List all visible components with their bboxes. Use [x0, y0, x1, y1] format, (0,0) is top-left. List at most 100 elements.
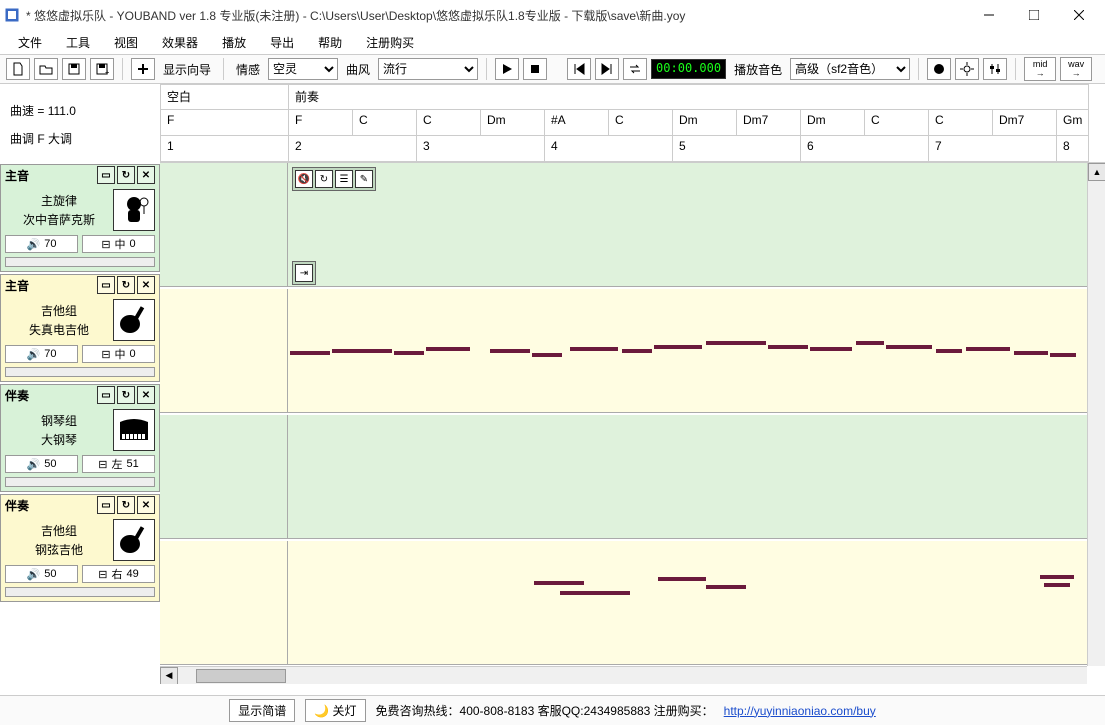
horizontal-scrollbar[interactable]: ◀	[160, 666, 1087, 684]
export-mid-button[interactable]: mid→	[1024, 57, 1056, 81]
midi-note[interactable]	[706, 341, 766, 345]
instrument-icon[interactable]	[113, 299, 155, 341]
grid-cell[interactable]: C	[417, 110, 481, 136]
volume-box[interactable]: 🔊50	[5, 455, 78, 473]
volume-box[interactable]: 🔊70	[5, 345, 78, 363]
mute-icon[interactable]: 🔇	[295, 170, 313, 188]
midi-note[interactable]	[936, 349, 962, 353]
midi-note[interactable]	[534, 581, 584, 585]
midi-note[interactable]	[532, 353, 562, 357]
buy-link[interactable]: http://yuyinniaoniao.com/buy	[724, 704, 876, 718]
track-refresh-button[interactable]: ↻	[117, 386, 135, 404]
midi-note[interactable]	[332, 349, 392, 353]
jianpu-button[interactable]: 显示简谱	[229, 699, 295, 722]
brightness-button[interactable]	[955, 58, 979, 80]
track-lane[interactable]	[160, 289, 1087, 413]
pan-box[interactable]: ⊟中0	[82, 345, 155, 363]
loop-button[interactable]	[623, 58, 647, 80]
midi-note[interactable]	[1050, 353, 1076, 357]
midi-note[interactable]	[560, 591, 630, 595]
grid-cell[interactable]: Dm7	[737, 110, 801, 136]
scroll-left-arrow[interactable]: ◀	[160, 667, 178, 685]
midi-note[interactable]	[856, 341, 884, 345]
track-refresh-button[interactable]: ↻	[117, 496, 135, 514]
track-expand-button[interactable]: ▭	[97, 276, 115, 294]
scroll-thumb[interactable]	[196, 669, 286, 683]
midi-note[interactable]	[886, 345, 932, 349]
emotion-select[interactable]: 空灵	[268, 58, 338, 80]
grid-cell[interactable]: Dm	[481, 110, 545, 136]
volume-slider[interactable]	[5, 477, 155, 487]
close-button[interactable]	[1056, 1, 1101, 29]
midi-note[interactable]	[658, 577, 706, 581]
track-close-button[interactable]: ✕	[137, 496, 155, 514]
save-button[interactable]	[62, 58, 86, 80]
menu-5[interactable]: 导出	[260, 32, 304, 53]
grid-cell[interactable]: F	[161, 110, 289, 136]
midi-note[interactable]	[622, 349, 652, 353]
track-close-button[interactable]: ✕	[137, 166, 155, 184]
volume-box[interactable]: 🔊50	[5, 565, 78, 583]
midi-note[interactable]	[654, 345, 702, 349]
light-button[interactable]: 🌙 关灯	[305, 699, 365, 722]
grid-cell[interactable]: Dm	[673, 110, 737, 136]
list-icon[interactable]: ☰	[335, 170, 353, 188]
track-expand-button[interactable]: ▭	[97, 386, 115, 404]
pan-box[interactable]: ⊟中0	[82, 235, 155, 253]
scroll-up-arrow[interactable]: ▲	[1088, 163, 1105, 181]
menu-1[interactable]: 工具	[56, 32, 100, 53]
track-close-button[interactable]: ✕	[137, 386, 155, 404]
grid-cell[interactable]: Gm	[1057, 110, 1089, 136]
grid-cell[interactable]: 2	[289, 136, 417, 162]
menu-4[interactable]: 播放	[212, 32, 256, 53]
save-as-button[interactable]: +	[90, 58, 114, 80]
menu-6[interactable]: 帮助	[308, 32, 352, 53]
next-button[interactable]	[595, 58, 619, 80]
track-lane[interactable]	[160, 541, 1087, 665]
grid-cell[interactable]: 6	[801, 136, 929, 162]
new-file-button[interactable]	[6, 58, 30, 80]
stop-button[interactable]	[523, 58, 547, 80]
lane-marker[interactable]: ⇥	[292, 261, 316, 285]
grid-cell[interactable]: 3	[417, 136, 545, 162]
grid-cell[interactable]: 4	[545, 136, 673, 162]
volume-slider[interactable]	[5, 367, 155, 377]
grid-cell[interactable]: Dm	[801, 110, 865, 136]
track-refresh-button[interactable]: ↻	[117, 276, 135, 294]
midi-note[interactable]	[966, 347, 1010, 351]
vertical-scrollbar[interactable]: ▲	[1087, 163, 1105, 666]
open-file-button[interactable]	[34, 58, 58, 80]
midi-note[interactable]	[1014, 351, 1048, 355]
grid-cell[interactable]: C	[609, 110, 673, 136]
instrument-icon[interactable]	[113, 189, 155, 231]
play-button[interactable]	[495, 58, 519, 80]
show-wizard-label[interactable]: 显示向导	[159, 61, 215, 78]
grid-cell[interactable]: 前奏	[289, 84, 1089, 110]
grid-cell[interactable]: 1	[161, 136, 289, 162]
grid-cell[interactable]: #A	[545, 110, 609, 136]
maximize-button[interactable]	[1011, 1, 1056, 29]
midi-note[interactable]	[490, 349, 530, 353]
pan-box[interactable]: ⊟右49	[82, 565, 155, 583]
pan-box[interactable]: ⊟左51	[82, 455, 155, 473]
instrument-icon[interactable]	[113, 519, 155, 561]
grid-cell[interactable]: 8	[1057, 136, 1089, 162]
volume-box[interactable]: 🔊70	[5, 235, 78, 253]
grid-cell[interactable]: 空白	[161, 84, 289, 110]
midi-note[interactable]	[394, 351, 424, 355]
menu-0[interactable]: 文件	[8, 32, 52, 53]
record-button[interactable]	[927, 58, 951, 80]
grid-cell[interactable]: Dm7	[993, 110, 1057, 136]
grid-cell[interactable]: C	[353, 110, 417, 136]
track-close-button[interactable]: ✕	[137, 276, 155, 294]
edit-icon[interactable]: ✎	[355, 170, 373, 188]
style-select[interactable]: 流行	[378, 58, 478, 80]
export-wav-button[interactable]: wav→	[1060, 57, 1092, 81]
marker-icon[interactable]: ⇥	[295, 264, 313, 282]
grid-cell[interactable]: C	[865, 110, 929, 136]
menu-7[interactable]: 注册购买	[356, 32, 424, 53]
minimize-button[interactable]	[966, 1, 1011, 29]
midi-note[interactable]	[706, 585, 746, 589]
midi-note[interactable]	[810, 347, 852, 351]
grid-cell[interactable]: C	[929, 110, 993, 136]
